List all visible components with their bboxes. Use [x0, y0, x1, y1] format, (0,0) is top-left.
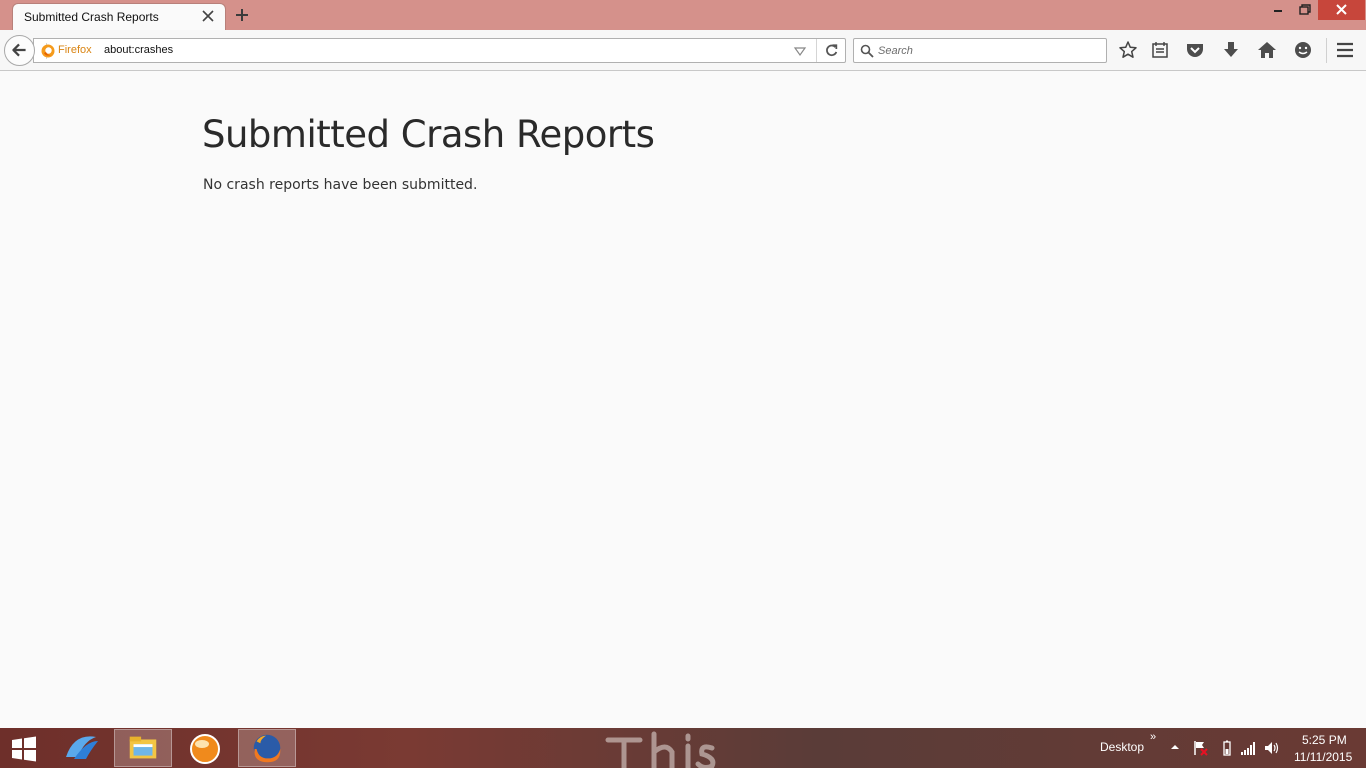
clock-time[interactable]: 5:25 PM	[1302, 733, 1347, 747]
pocket-icon[interactable]	[1184, 39, 1206, 61]
toolbar-expand-chevron[interactable]: »	[1150, 731, 1156, 743]
tab-submitted-crash-reports[interactable]: Submitted Crash Reports	[12, 3, 226, 30]
back-button[interactable]	[4, 35, 35, 66]
taskbar-firefox[interactable]	[238, 729, 296, 767]
search-bar[interactable]	[853, 38, 1107, 63]
taskbar-internet-explorer[interactable]	[52, 729, 110, 767]
identity-label: Firefox	[58, 44, 92, 56]
page-content: Submitted Crash Reports No crash reports…	[0, 71, 1366, 728]
desktop-toolbar-label[interactable]: Desktop	[1100, 740, 1144, 754]
navigation-toolbar: Firefox about:crashes	[0, 30, 1366, 71]
close-tab-icon[interactable]	[200, 8, 216, 24]
bookmark-star-icon[interactable]	[1117, 39, 1139, 61]
clock-date[interactable]: 11/11/2015	[1294, 750, 1352, 764]
wallpaper-art	[605, 731, 716, 768]
site-identity[interactable]: Firefox	[41, 43, 92, 59]
page-title: Submitted Crash Reports	[202, 113, 655, 156]
volume-icon[interactable]	[1264, 740, 1280, 756]
network-signal-icon[interactable]	[1240, 740, 1256, 756]
empty-state-message: No crash reports have been submitted.	[203, 177, 478, 193]
toolbar-separator	[1326, 38, 1327, 63]
new-tab-icon[interactable]	[234, 7, 250, 23]
dropdown-icon[interactable]	[793, 44, 807, 58]
search-icon	[860, 44, 874, 58]
back-icon	[12, 43, 26, 57]
minimize-icon[interactable]	[1266, 0, 1290, 20]
taskbar-globe-app[interactable]	[176, 729, 234, 767]
url-bar[interactable]: Firefox about:crashes	[33, 38, 846, 63]
restore-icon[interactable]	[1292, 0, 1316, 20]
taskbar-file-explorer[interactable]	[114, 729, 172, 767]
firefox-icon	[41, 44, 55, 58]
hello-icon[interactable]	[1292, 39, 1314, 61]
reload-icon[interactable]	[816, 39, 846, 62]
globe-app-icon	[190, 734, 220, 764]
title-bar: Submitted Crash Reports	[0, 0, 1366, 30]
file-explorer-icon	[129, 736, 157, 759]
home-icon[interactable]	[1256, 39, 1278, 61]
search-input[interactable]	[878, 42, 1098, 60]
url-text[interactable]: about:crashes	[104, 44, 173, 56]
windows-start-icon[interactable]	[8, 736, 40, 762]
internet-explorer-icon	[66, 736, 98, 759]
show-hidden-icons-icon[interactable]	[1170, 742, 1180, 752]
tab-title: Submitted Crash Reports	[24, 10, 159, 24]
battery-icon[interactable]	[1219, 740, 1235, 756]
download-icon[interactable]	[1220, 39, 1242, 61]
taskbar: Desktop » 5:25 PM 11/11/2015	[0, 728, 1366, 768]
close-window-icon[interactable]	[1318, 0, 1365, 20]
firefox-icon	[253, 734, 281, 763]
reading-list-icon[interactable]	[1149, 39, 1171, 61]
menu-icon[interactable]	[1334, 39, 1356, 61]
action-center-flag-icon[interactable]	[1192, 740, 1208, 756]
